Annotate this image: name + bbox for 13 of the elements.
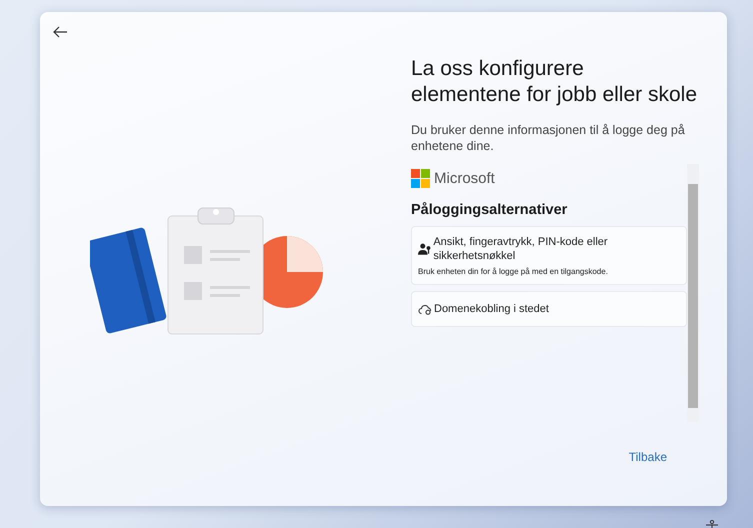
back-arrow-icon[interactable]	[52, 24, 68, 40]
option-description: Bruk enheten din for å logge på med en tilgangskode.	[418, 267, 609, 276]
page-title: La oss konfigurere elementene for jobb eller skole	[411, 56, 698, 108]
subtitle-text: Du bruker denne informasjonen til å logge deg på enhetene dine.	[411, 122, 686, 154]
back-button[interactable]: Tilbake	[628, 446, 667, 468]
person-key-icon	[418, 243, 432, 255]
cloud-icon	[418, 304, 432, 314]
sign-in-option[interactable]: Ansikt, fingeravtrykk, PIN-kode eller sikkerhetsnøkkel Bruk enheten din for å logge på med en tilgangskode.	[411, 226, 687, 285]
brand-name: Microsoft	[434, 170, 495, 187]
scrollbar[interactable]	[687, 164, 699, 422]
section-heading: Påloggingsalternativer	[411, 202, 568, 218]
microsoft-logo-icon	[411, 169, 430, 188]
sign-in-option[interactable]: Domenekobling i stedet	[411, 291, 687, 327]
